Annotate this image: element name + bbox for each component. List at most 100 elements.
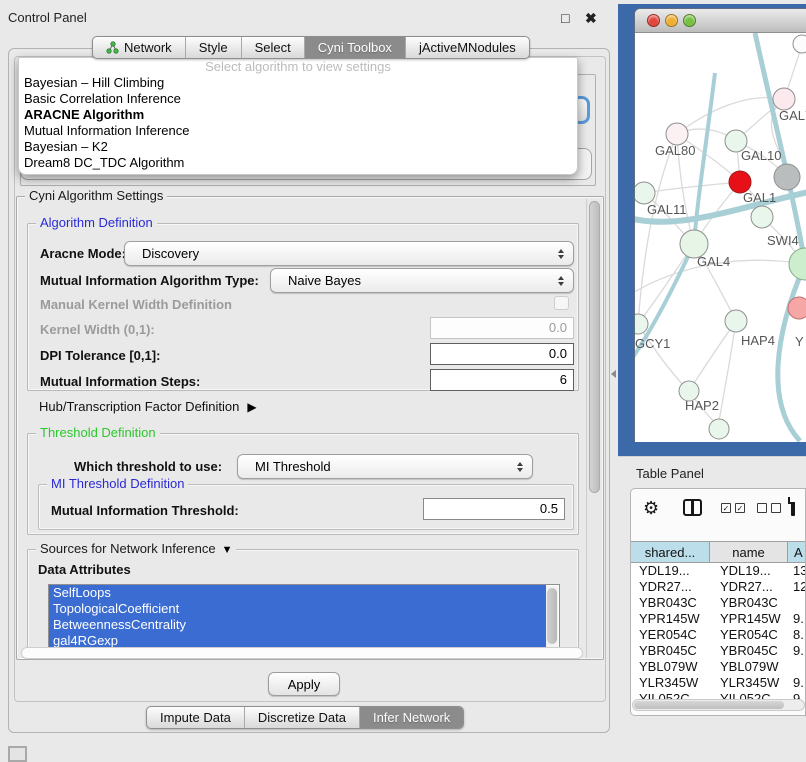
table-header-row: shared... name A xyxy=(631,541,806,563)
table-row[interactable]: YER054C YER054C 8. xyxy=(631,627,806,643)
select-all-checkboxes-icon[interactable]: ✓✓ xyxy=(721,503,745,513)
gear-icon[interactable]: ⚙ xyxy=(643,499,659,517)
node-label: GAL10 xyxy=(741,148,781,163)
deselect-all-checkboxes-icon[interactable] xyxy=(757,503,781,513)
network-graph: GAL7 GAL80 GAL10 GAL1 GAL11 GAL4 SWI4 GC… xyxy=(635,33,806,442)
window-close-icon[interactable] xyxy=(647,14,660,27)
settings-horizontal-scrollbar[interactable] xyxy=(21,647,583,659)
cyni-algorithm-settings-group: Cyni Algorithm Settings Algorithm Defini… xyxy=(16,196,604,660)
attribute-item-selfloops[interactable]: SelfLoops xyxy=(49,585,546,601)
tab-network[interactable]: Network xyxy=(93,37,185,58)
attribute-item-betweennesscentrality[interactable]: BetweennessCentrality xyxy=(49,617,546,633)
column-header-name[interactable]: name xyxy=(710,542,788,562)
mi-threshold-field[interactable]: 0.5 xyxy=(423,498,565,520)
node-swi4[interactable] xyxy=(789,248,806,280)
file-icon[interactable] xyxy=(791,497,795,516)
network-window-titlebar[interactable] xyxy=(635,9,806,33)
tab-impute-data[interactable]: Impute Data xyxy=(147,707,244,728)
which-threshold-combobox[interactable]: MI Threshold xyxy=(237,454,533,479)
node-gcy1[interactable] xyxy=(635,314,648,334)
split-columns-icon[interactable] xyxy=(683,499,702,516)
expand-right-icon[interactable]: ▶ xyxy=(247,400,256,414)
which-threshold-label: Which threshold to use: xyxy=(74,459,222,474)
table-row[interactable]: YBR045C YBR045C 9. xyxy=(631,643,806,659)
mi-algorithm-type-label: Mutual Information Algorithm Type: xyxy=(40,273,259,288)
tab-jactivemnodules[interactable]: jActiveMNodules xyxy=(405,37,529,58)
table-row[interactable]: YDR27... YDR27... 12 xyxy=(631,579,806,595)
node-table: shared... name A YDL19... YDL19... 13 YD… xyxy=(631,541,806,707)
window-minimize-icon[interactable] xyxy=(665,14,678,27)
node-green[interactable] xyxy=(751,206,773,228)
close-panel-icon[interactable]: ✖ xyxy=(585,10,597,27)
hub-definition-expander[interactable]: Hub/Transcription Factor Definition▶ xyxy=(39,399,257,414)
node-gray[interactable] xyxy=(774,164,800,190)
window-zoom-icon[interactable] xyxy=(683,14,696,27)
cyni-bottom-tabbar: Impute Data Discretize Data Infer Networ… xyxy=(146,706,464,729)
manual-kernel-width-checkbox[interactable] xyxy=(554,296,569,310)
node-pink[interactable] xyxy=(788,297,806,319)
node-bottom[interactable] xyxy=(709,419,729,439)
float-panel-icon[interactable]: □ xyxy=(561,10,569,26)
tab-infer-network[interactable]: Infer Network xyxy=(359,707,463,728)
network-tab-icon xyxy=(106,41,119,54)
threshold-definition-title: Threshold Definition xyxy=(36,425,160,440)
table-row[interactable]: YLR345W YLR345W 9. xyxy=(631,675,806,691)
mi-threshold-group: MI Threshold Definition Mutual Informati… xyxy=(38,484,574,530)
table-horizontal-scrollbar[interactable] xyxy=(632,699,805,711)
algorithm-option-dream8[interactable]: Dream8 DC_TDC Algorithm xyxy=(19,155,577,171)
node-hap4[interactable] xyxy=(725,310,747,332)
network-view-window[interactable]: GAL7 GAL80 GAL10 GAL1 GAL11 GAL4 SWI4 GC… xyxy=(634,8,806,442)
algorithm-option-bayesian-hill-climbing[interactable]: Bayesian – Hill Climbing xyxy=(19,75,577,91)
apply-button[interactable]: Apply xyxy=(268,672,340,696)
which-threshold-value: MI Threshold xyxy=(255,459,331,474)
table-row[interactable]: YDL19... YDL19... 13 xyxy=(631,563,806,579)
collapse-down-icon[interactable]: ▼ xyxy=(222,544,233,556)
table-row[interactable]: YBL079W YBL079W xyxy=(631,659,806,675)
sources-group-title[interactable]: Sources for Network Inference▼ xyxy=(36,541,236,556)
node-label: GAL4 xyxy=(697,254,730,269)
kernel-width-label: Kernel Width (0,1): xyxy=(40,322,155,337)
table-panel-title: Table Panel xyxy=(636,466,704,481)
attribute-item-topologicalcoefficient[interactable]: TopologicalCoefficient xyxy=(49,601,546,617)
mi-steps-field[interactable]: 6 xyxy=(430,369,574,391)
data-attributes-list[interactable]: SelfLoops TopologicalCoefficient Between… xyxy=(48,584,560,652)
tab-style[interactable]: Style xyxy=(185,37,241,58)
node-label: GAL80 xyxy=(655,143,695,158)
threshold-definition-group: Threshold Definition Which threshold to … xyxy=(27,433,579,535)
tab-select[interactable]: Select xyxy=(241,37,304,58)
combo-spinner-icon xyxy=(558,249,564,259)
mi-threshold-label: Mutual Information Threshold: xyxy=(51,503,239,518)
node-gal7[interactable] xyxy=(773,88,795,110)
table-row[interactable]: YPR145W YPR145W 9. xyxy=(631,611,806,627)
dpi-tolerance-field[interactable]: 0.0 xyxy=(430,343,574,365)
table-row[interactable]: YBR043C YBR043C xyxy=(631,595,806,611)
tab-network-label: Network xyxy=(124,40,172,55)
node-gal11[interactable] xyxy=(635,182,655,204)
tab-discretize-data[interactable]: Discretize Data xyxy=(244,707,359,728)
settings-vertical-scrollbar[interactable] xyxy=(586,199,601,658)
node-unlabeled[interactable] xyxy=(793,35,806,53)
algorithm-option-basic-correlation[interactable]: Basic Correlation Inference xyxy=(19,91,577,107)
manual-kernel-width-label: Manual Kernel Width Definition xyxy=(40,297,232,312)
mi-steps-label: Mutual Information Steps: xyxy=(40,374,200,389)
column-header-third[interactable]: A xyxy=(788,542,806,562)
network-canvas[interactable]: GAL7 GAL80 GAL10 GAL1 GAL11 GAL4 SWI4 GC… xyxy=(635,33,806,442)
aracne-mode-label: Aracne Mode: xyxy=(40,246,126,261)
combo-spinner-icon xyxy=(558,276,564,286)
node-label: HAP4 xyxy=(741,333,775,348)
tab-cyni-toolbox[interactable]: Cyni Toolbox xyxy=(304,37,405,58)
column-header-shared-name[interactable]: shared... xyxy=(631,542,710,562)
algorithm-dropdown-placeholder: Select algorithm to view settings xyxy=(19,58,577,75)
combo-spinner-icon xyxy=(517,462,523,472)
algorithm-option-mutual-information[interactable]: Mutual Information Inference xyxy=(19,123,577,139)
node-gal80[interactable] xyxy=(666,123,688,145)
aracne-mode-combobox[interactable]: Discovery xyxy=(124,241,574,266)
algorithm-option-bayesian-k2[interactable]: Bayesian – K2 xyxy=(19,139,577,155)
mi-algorithm-type-combobox[interactable]: Naive Bayes xyxy=(270,268,574,293)
collapsed-panel-icon[interactable] xyxy=(8,746,27,762)
algorithm-definition-group: Algorithm Definition Aracne Mode: Discov… xyxy=(27,223,579,391)
kernel-width-field[interactable]: 0.0 xyxy=(430,317,574,339)
pane-divider-arrow-icon[interactable] xyxy=(611,370,616,378)
attributes-list-scrollbar[interactable] xyxy=(546,586,558,650)
algorithm-option-aracne[interactable]: ARACNE Algorithm xyxy=(19,107,577,123)
